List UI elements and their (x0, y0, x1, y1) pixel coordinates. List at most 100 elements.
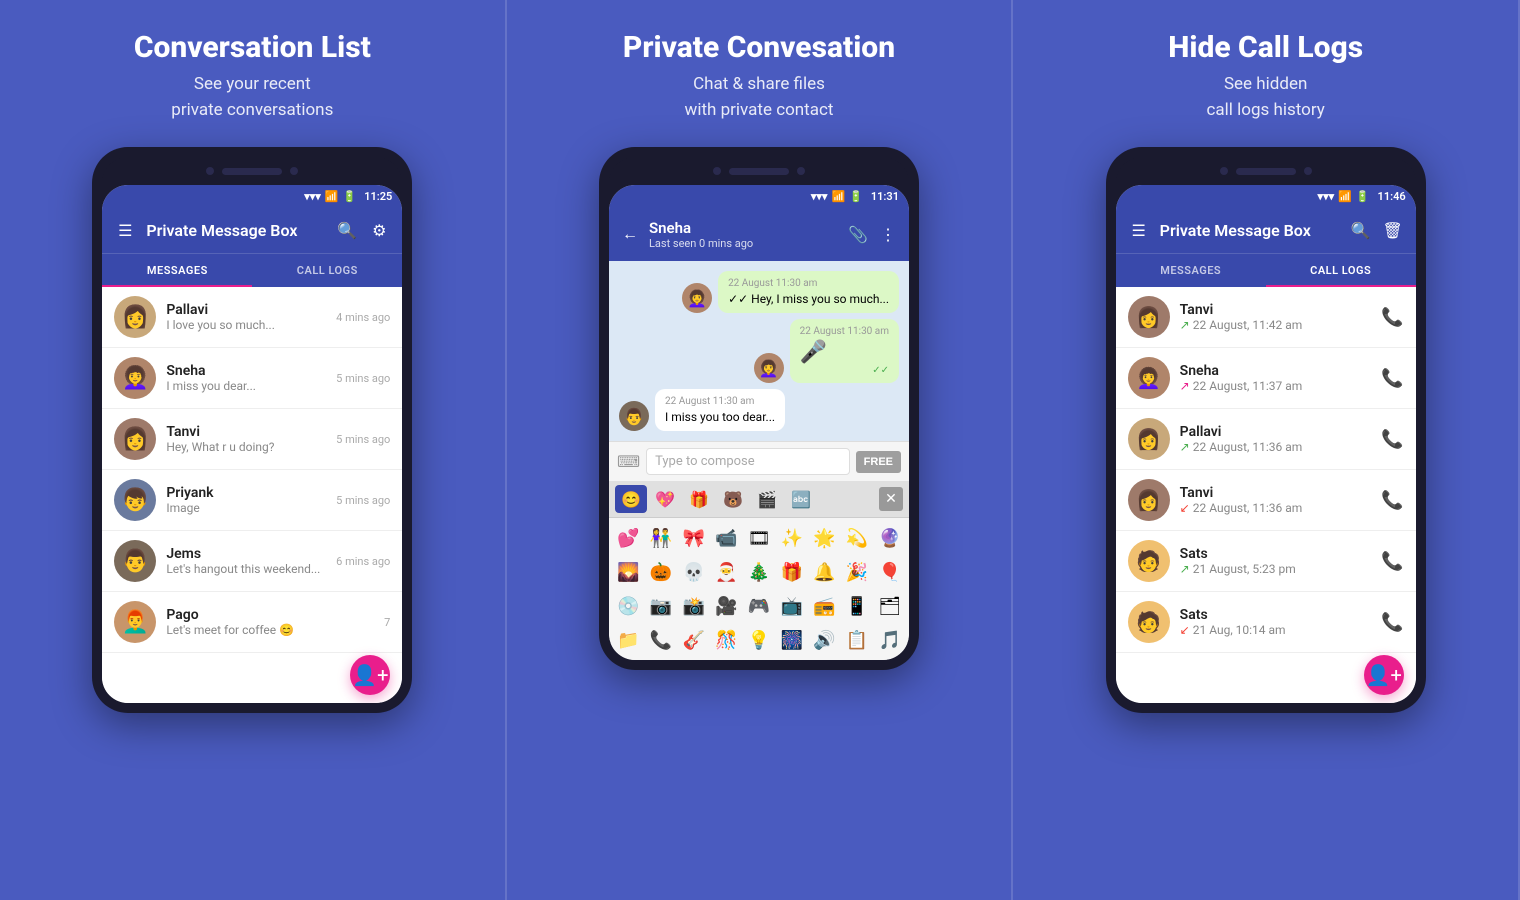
emoji-guitar[interactable]: 🎸 (678, 624, 709, 656)
emoji-close-btn[interactable]: ✕ (879, 487, 903, 511)
search-icon-3[interactable]: 🔍 (1350, 219, 1372, 241)
emoji-film[interactable]: 🎞 (744, 522, 775, 554)
emoji-tab-text[interactable]: 🔤 (785, 485, 817, 513)
call-item-sats-1[interactable]: 🧑 Sats ↗ 21 August, 5:23 pm 📞 (1116, 531, 1416, 592)
call-item-tanvi-2[interactable]: 👩 Tanvi ↙ 22 August, 11:36 am 📞 (1116, 470, 1416, 531)
compose-free-btn-2[interactable]: FREE (856, 451, 901, 473)
chat-header-2: ← Sneha Last seen 0 mins ago 📎 ⋮ (609, 207, 909, 261)
conv-item-pallavi[interactable]: 👩 Pallavi I love you so much... 4 mins a… (102, 287, 402, 348)
avatar-sneha: 👩‍🦱 (114, 357, 156, 399)
avatar-msg-3: 👨 (619, 401, 649, 431)
tab-messages-1[interactable]: MESSAGES (102, 254, 252, 287)
emoji-tab-smiley[interactable]: 😊 (615, 485, 647, 513)
emoji-hearts[interactable]: 💕 (613, 522, 644, 554)
emoji-video[interactable]: 📹 (711, 522, 742, 554)
emoji-fireworks[interactable]: 🎆 (776, 624, 807, 656)
emoji-tab-media[interactable]: 🎬 (751, 485, 783, 513)
emoji-skull[interactable]: 💀 (678, 556, 709, 588)
settings-icon-1[interactable]: ⚙ (368, 219, 390, 241)
tab-calllogs-3[interactable]: CALL LOGS (1266, 254, 1416, 287)
search-icon-1[interactable]: 🔍 (336, 219, 358, 241)
emoji-radio[interactable]: 📻 (809, 590, 840, 622)
signal-icon-3: ▾▾▾ (1318, 190, 1335, 203)
delete-icon-3[interactable]: 🗑 (1382, 219, 1404, 241)
call-name-pallavi: Pallavi (1180, 424, 1372, 440)
emoji-clipboard[interactable]: 📋 (842, 624, 873, 656)
emoji-selfie[interactable]: 📸 (678, 590, 709, 622)
call-item-pallavi[interactable]: 👩 Pallavi ↗ 22 August, 11:36 am 📞 (1116, 409, 1416, 470)
emoji-disc[interactable]: 💿 (613, 590, 644, 622)
attach-icon-2[interactable]: 📎 (847, 223, 869, 245)
msg-row-3: 👨 22 August 11:30 am I miss you too dear… (619, 389, 899, 431)
emoji-gift[interactable]: 🎁 (776, 556, 807, 588)
contact-status-2: Last seen 0 mins ago (649, 237, 839, 250)
emoji-phone[interactable]: 📱 (842, 590, 873, 622)
call-phone-icon-4[interactable]: 📞 (1381, 490, 1403, 511)
emoji-confetti[interactable]: 🎊 (711, 624, 742, 656)
emoji-crystal[interactable]: 🔮 (874, 522, 905, 554)
call-arrow-sats-2: ↙ (1180, 623, 1190, 637)
compose-input-2[interactable]: Type to compose (646, 448, 850, 475)
call-item-sats-2[interactable]: 🧑 Sats ↙ 21 Aug, 10:14 am 📞 (1116, 592, 1416, 653)
status-bar-3: ▾▾▾ 📶 🔋 11:46 (1116, 185, 1416, 207)
menu-icon-3[interactable]: ☰ (1128, 219, 1150, 241)
conv-item-pago[interactable]: 👨‍🦰 Pago Let's meet for coffee 😊 7 (102, 592, 402, 653)
conv-time-pallavi: 4 mins ago (336, 311, 390, 324)
more-icon-2[interactable]: ⋮ (877, 223, 899, 245)
conv-time-pago: 7 (384, 616, 390, 629)
emoji-speaker[interactable]: 🔊 (809, 624, 840, 656)
call-time-pallavi: ↗ 22 August, 11:36 am (1180, 440, 1372, 454)
emoji-bulb[interactable]: 💡 (744, 624, 775, 656)
emoji-tree[interactable]: 🎄 (744, 556, 775, 588)
conv-item-priyank[interactable]: 👦 Priyank Image 5 mins ago (102, 470, 402, 531)
conv-info-tanvi: Tanvi Hey, What r u doing? (166, 424, 326, 454)
call-avatar-sats-1: 🧑 (1128, 540, 1170, 582)
call-item-tanvi-1[interactable]: 👩 Tanvi ↗ 22 August, 11:42 am 📞 (1116, 287, 1416, 348)
conv-item-sneha[interactable]: 👩‍🦱 Sneha I miss you dear... 5 mins ago (102, 348, 402, 409)
emoji-gamepad[interactable]: 🎮 (744, 590, 775, 622)
call-name-tanvi-2: Tanvi (1180, 485, 1372, 501)
chat-header-info-2: Sneha Last seen 0 mins ago (649, 219, 839, 250)
emoji-music[interactable]: 🎵 (874, 624, 905, 656)
call-phone-icon-1[interactable]: 📞 (1381, 307, 1403, 328)
emoji-santa[interactable]: 🎅 (711, 556, 742, 588)
avatar-pago: 👨‍🦰 (114, 601, 156, 643)
conv-item-jems[interactable]: 👨 Jems Let's hangout this weekend... 6 m… (102, 531, 402, 592)
fab-3[interactable]: 👤+ (1364, 655, 1404, 695)
emoji-party[interactable]: 🎉 (842, 556, 873, 588)
emoji-folder[interactable]: 🗂 (874, 590, 905, 622)
fab-1[interactable]: 👤+ (350, 655, 390, 695)
emoji-tab-gifts[interactable]: 🎁 (683, 485, 715, 513)
emoji-sunrise[interactable]: 🌄 (613, 556, 644, 588)
emoji-tel[interactable]: 📞 (646, 624, 677, 656)
emoji-tab-hearts[interactable]: 💖 (649, 485, 681, 513)
emoji-sparkles[interactable]: ✨ (776, 522, 807, 554)
call-item-sneha[interactable]: 👩‍🦱 Sneha ↗ 22 August, 11:37 am 📞 (1116, 348, 1416, 409)
emoji-camera[interactable]: 📷 (646, 590, 677, 622)
tab-messages-3[interactable]: MESSAGES (1116, 254, 1266, 287)
emoji-tv[interactable]: 📺 (776, 590, 807, 622)
menu-icon-1[interactable]: ☰ (114, 219, 136, 241)
emoji-star[interactable]: 🌟 (809, 522, 840, 554)
phone-3-top (1116, 157, 1416, 185)
emoji-dizzy[interactable]: 💫 (842, 522, 873, 554)
speaker-1 (222, 168, 282, 175)
emoji-couple[interactable]: 👫 (646, 522, 677, 554)
back-icon-2[interactable]: ← (619, 223, 641, 245)
emoji-pumpkin[interactable]: 🎃 (646, 556, 677, 588)
camera-2 (713, 167, 721, 175)
emoji-balloon[interactable]: 🎈 (874, 556, 905, 588)
call-phone-icon-2[interactable]: 📞 (1381, 368, 1403, 389)
emoji-movie[interactable]: 🎥 (711, 590, 742, 622)
emoji-bow[interactable]: 🎀 (678, 522, 709, 554)
conv-item-tanvi[interactable]: 👩 Tanvi Hey, What r u doing? 5 mins ago (102, 409, 402, 470)
call-phone-icon-3[interactable]: 📞 (1381, 429, 1403, 450)
emoji-tab-animals[interactable]: 🐻 (717, 485, 749, 513)
emoji-bell[interactable]: 🔔 (809, 556, 840, 588)
call-phone-icon-5[interactable]: 📞 (1381, 551, 1403, 572)
call-phone-icon-6[interactable]: 📞 (1381, 612, 1403, 633)
call-time-sats-2: ↙ 21 Aug, 10:14 am (1180, 623, 1372, 637)
tab-calllogs-1[interactable]: CALL LOGS (252, 254, 402, 287)
contact-name-2: Sneha (649, 219, 839, 237)
emoji-files[interactable]: 📁 (613, 624, 644, 656)
